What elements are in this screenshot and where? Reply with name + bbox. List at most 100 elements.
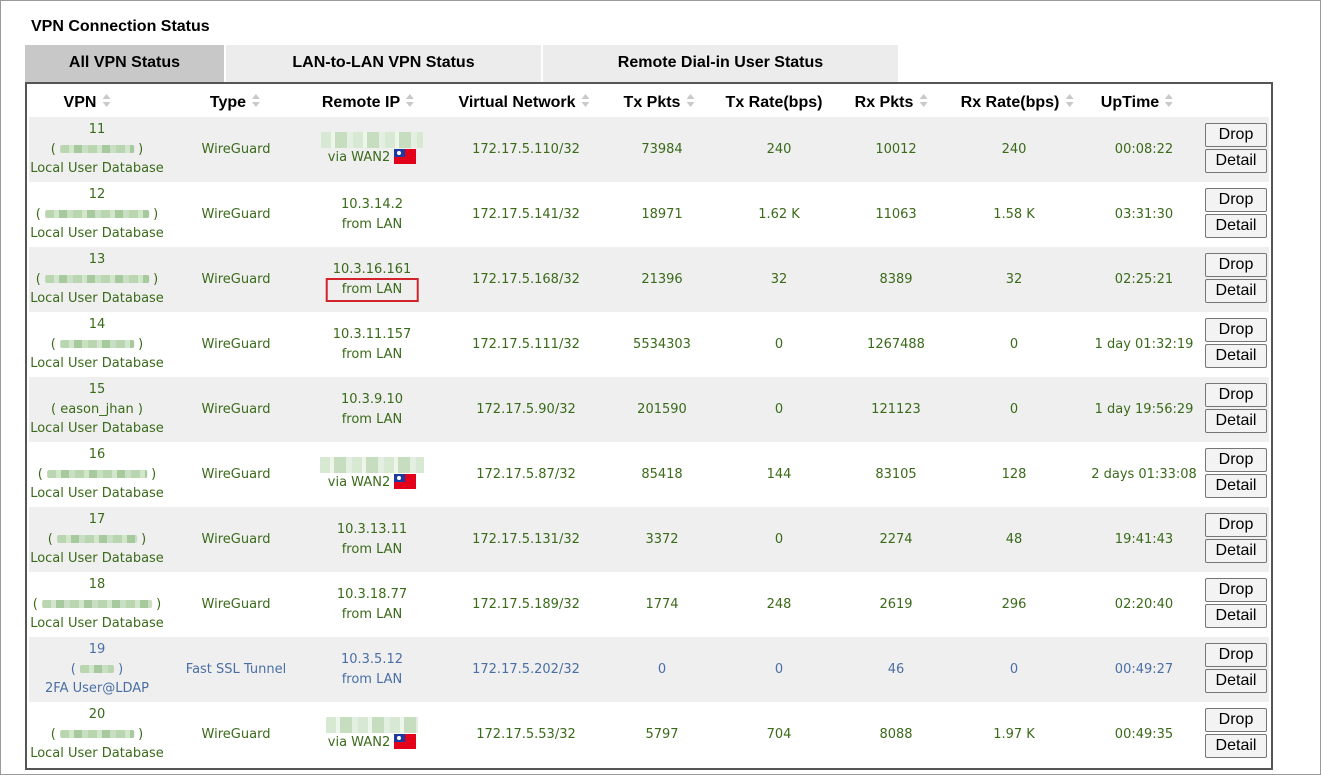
vpn-user: ( ) [32, 596, 162, 612]
type-cell: WireGuard [201, 207, 271, 222]
sort-icon[interactable] [252, 93, 261, 108]
column-header-virtual-network[interactable]: Virtual Network [458, 84, 590, 117]
column-header-type[interactable]: Type [210, 84, 261, 117]
tx-pkts-cell: 21396 [641, 272, 683, 287]
column-header-uptime[interactable]: UpTime [1101, 84, 1174, 117]
sort-icon[interactable] [102, 93, 111, 108]
page-title: VPN Connection Status [31, 18, 210, 35]
table-header: VPN Type Remote IP Virtual Network Tx Pk… [27, 84, 1271, 117]
uptime-cell: 00:08:22 [1114, 142, 1174, 157]
redacted-user-name [42, 600, 152, 609]
remote-ip-cell: 10.3.9.10 from LAN [341, 377, 403, 442]
virtual-network-cell: 172.17.5.189/32 [472, 597, 580, 612]
detail-button[interactable]: Detail [1205, 669, 1267, 693]
drop-button[interactable]: Drop [1205, 708, 1267, 732]
vpn-cell: 11 ( ) Local User Database [30, 117, 164, 182]
detail-button[interactable]: Detail [1205, 279, 1267, 303]
tx-pkts-cell: 1774 [645, 597, 679, 612]
tab-remote-dial-in-user-status[interactable]: Remote Dial-in User Status [543, 45, 898, 82]
sort-icon[interactable] [406, 93, 415, 108]
rx-pkts-cell: 121123 [871, 402, 921, 417]
vpn-user-source: 2FA User@LDAP [45, 681, 149, 697]
type-cell: Fast SSL Tunnel [185, 662, 287, 677]
column-header-rx-rate[interactable]: Rx Rate(bps) [961, 84, 1074, 117]
detail-button[interactable]: Detail [1205, 409, 1267, 433]
type-cell: WireGuard [201, 337, 271, 352]
column-header-rx-pkts[interactable]: Rx Pkts [855, 84, 928, 117]
sort-icon[interactable] [919, 93, 928, 108]
remote-ip: 10.3.11.157 [332, 326, 412, 342]
tx-pkts-cell: 18971 [641, 207, 683, 222]
type-cell: WireGuard [201, 272, 271, 287]
vpn-user: ( eason_jhan ) [51, 401, 143, 417]
vpn-user-source: Local User Database [30, 486, 164, 502]
remote-ip-cell: via WAN2 [320, 442, 424, 507]
sort-icon[interactable] [1165, 93, 1174, 108]
tx-rate-cell: 240 [766, 142, 792, 157]
tx-pkts-cell: 85418 [641, 467, 683, 482]
virtual-network-cell: 172.17.5.87/32 [476, 467, 576, 482]
table-row: 12 ( ) Local User Database WireGuard 10.3.14… [29, 182, 1269, 247]
remote-ip-cell: 10.3.16.161 from LAN [325, 247, 419, 312]
vpn-status-table: VPN Type Remote IP Virtual Network Tx Pk… [25, 82, 1273, 770]
sort-icon[interactable] [581, 93, 590, 108]
tab-all-vpn-status[interactable]: All VPN Status [25, 45, 226, 82]
remote-ip-route: from LAN [341, 541, 403, 557]
tx-rate-cell: 32 [770, 272, 788, 287]
remote-ip: 10.3.14.2 [340, 196, 404, 212]
rx-pkts-cell: 8088 [879, 727, 913, 742]
tx-rate-cell: 704 [766, 727, 792, 742]
detail-button[interactable]: Detail [1205, 474, 1267, 498]
uptime-cell: 1 day 19:56:29 [1094, 402, 1194, 417]
remote-ip-cell: 10.3.18.77 from LAN [337, 572, 407, 637]
tx-pkts-cell: 73984 [641, 142, 683, 157]
vpn-cell: 14 ( ) Local User Database [30, 312, 164, 377]
drop-button[interactable]: Drop [1205, 513, 1267, 537]
table-row: 11 ( ) Local User Database WireGuard via WAN… [29, 117, 1269, 182]
virtual-network-cell: 172.17.5.53/32 [476, 727, 576, 742]
vpn-user: ( ) [37, 466, 157, 482]
sort-icon[interactable] [1065, 93, 1074, 108]
taiwan-flag-icon [394, 473, 417, 489]
column-header-vpn[interactable]: VPN [64, 84, 111, 117]
remote-ip: 10.3.13.11 [336, 521, 408, 537]
drop-button[interactable]: Drop [1205, 448, 1267, 472]
sort-icon[interactable] [686, 93, 695, 108]
column-header-tx-rate[interactable]: Tx Rate(bps) [726, 84, 823, 117]
virtual-network-cell: 172.17.5.111/32 [472, 337, 580, 352]
virtual-network-cell: 172.17.5.110/32 [472, 142, 580, 157]
tx-pkts-cell: 3372 [645, 532, 679, 547]
redacted-user-name [57, 535, 137, 544]
tx-pkts-cell: 201590 [637, 402, 687, 417]
vpn-user-source: Local User Database [30, 291, 164, 307]
detail-button[interactable]: Detail [1205, 604, 1267, 628]
remote-ip-route: from LAN [341, 411, 403, 427]
vpn-user: ( ) [35, 206, 159, 222]
column-header-remote-ip[interactable]: Remote IP [322, 84, 415, 117]
vpn-index: 18 [88, 577, 106, 593]
drop-button[interactable]: Drop [1205, 123, 1267, 147]
drop-button[interactable]: Drop [1205, 253, 1267, 277]
detail-button[interactable]: Detail [1205, 214, 1267, 238]
virtual-network-cell: 172.17.5.90/32 [476, 402, 576, 417]
detail-button[interactable]: Detail [1205, 734, 1267, 758]
tab-lan-to-lan-vpn-status[interactable]: LAN-to-LAN VPN Status [226, 45, 543, 82]
drop-button[interactable]: Drop [1205, 643, 1267, 667]
drop-button[interactable]: Drop [1205, 188, 1267, 212]
tx-rate-cell: 0 [774, 662, 784, 677]
drop-button[interactable]: Drop [1205, 318, 1267, 342]
vpn-index: 11 [88, 122, 106, 138]
detail-button[interactable]: Detail [1205, 149, 1267, 173]
redacted-remote-ip [320, 456, 424, 473]
detail-button[interactable]: Detail [1205, 539, 1267, 563]
drop-button[interactable]: Drop [1205, 578, 1267, 602]
rx-rate-cell: 0 [1009, 662, 1019, 677]
remote-ip-cell: 10.3.5.12 from LAN [341, 637, 403, 702]
uptime-cell: 1 day 01:32:19 [1094, 337, 1194, 352]
uptime-cell: 02:25:21 [1114, 272, 1174, 287]
column-header-tx-pkts[interactable]: Tx Pkts [624, 84, 695, 117]
taiwan-flag-icon [394, 148, 417, 164]
drop-button[interactable]: Drop [1205, 383, 1267, 407]
detail-button[interactable]: Detail [1205, 344, 1267, 368]
rx-pkts-cell: 8389 [879, 272, 913, 287]
